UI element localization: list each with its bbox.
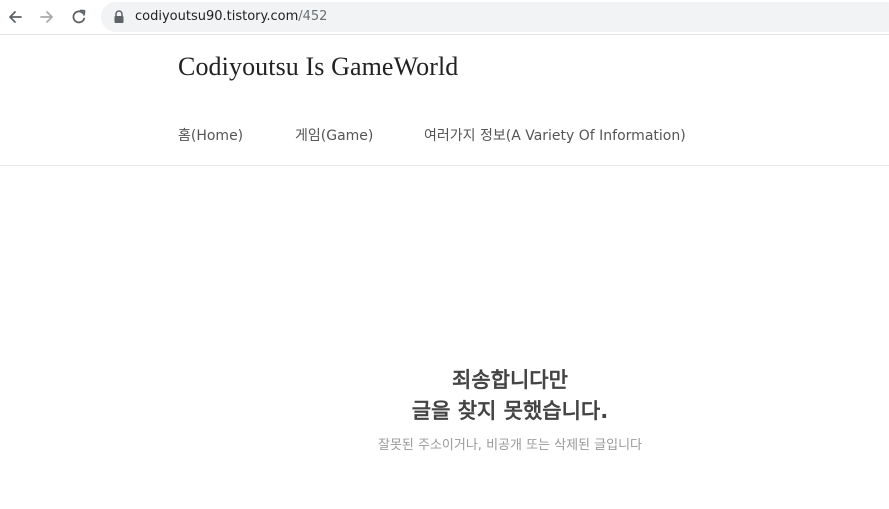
back-button[interactable] (3, 5, 27, 29)
back-arrow-icon (9, 11, 22, 23)
error-title-line2: 글을 찾지 못했습니다. (411, 399, 609, 423)
nav-item-information[interactable]: 여러가지 정보(A Variety Of Information) (424, 125, 686, 145)
site-title[interactable]: Codiyoutsu Is GameWorld (178, 52, 458, 82)
nav-item-home[interactable]: 홈(Home) (178, 125, 243, 145)
forward-arrow-icon (40, 11, 53, 23)
nav-item-game[interactable]: 게임(Game) (295, 125, 373, 145)
url-host: codiyoutsu90.tistory.com (135, 9, 299, 24)
error-title-line1: 죄송합니다만 (452, 368, 568, 392)
not-found-message: 죄송합니다만 글을 찾지 못했습니다. 잘못된 주소이거나, 비공개 또는 삭제… (310, 365, 710, 453)
reload-button[interactable] (67, 5, 91, 29)
forward-button[interactable] (35, 5, 59, 29)
address-bar[interactable]: codiyoutsu90.tistory.com/452 (101, 2, 889, 32)
url-path: /452 (298, 9, 328, 24)
error-description: 잘못된 주소이거나, 비공개 또는 삭제된 글입니다 (378, 438, 642, 453)
browser-toolbar: codiyoutsu90.tistory.com/452 (0, 0, 889, 35)
error-title: 죄송합니다만 글을 찾지 못했습니다. (310, 365, 710, 427)
site-header: Codiyoutsu Is GameWorld 홈(Home) 게임(Game)… (0, 35, 889, 166)
reload-icon (72, 9, 86, 24)
lock-icon (114, 10, 124, 23)
url-text[interactable]: codiyoutsu90.tistory.com/452 (135, 9, 327, 24)
